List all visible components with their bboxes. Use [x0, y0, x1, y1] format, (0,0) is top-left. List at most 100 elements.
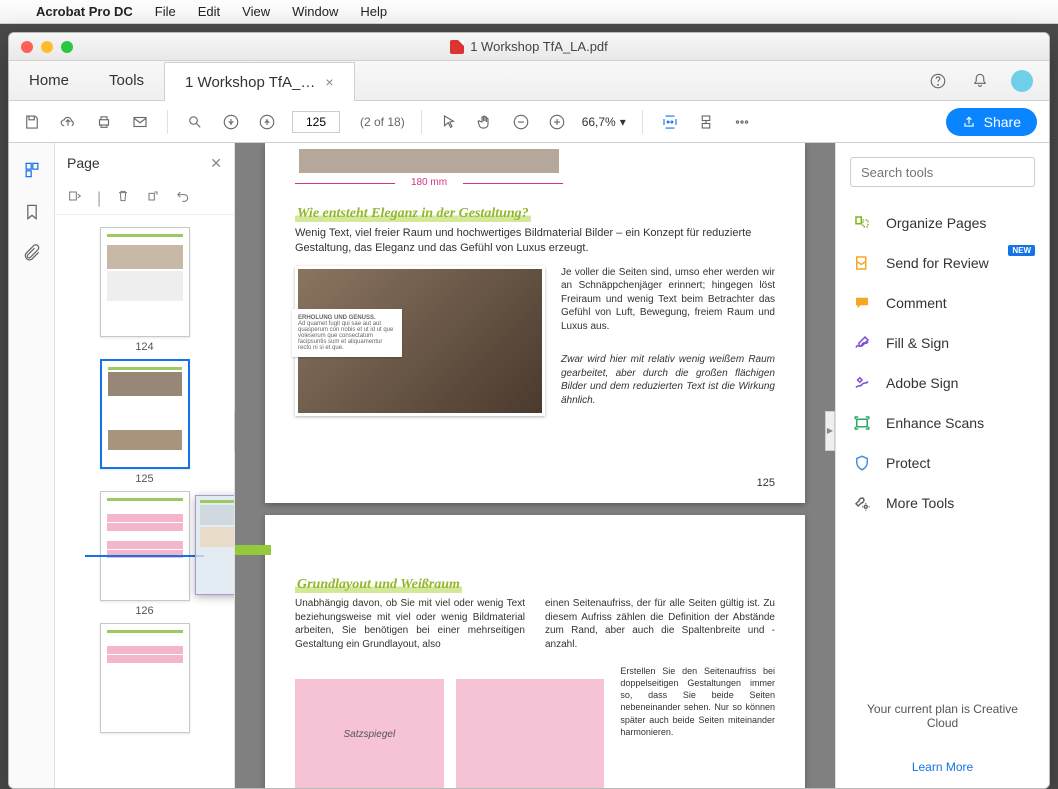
document-view[interactable]: 180 mm Wie entsteht Eleganz in der Gesta… — [235, 143, 835, 788]
thumb-127[interactable] — [100, 623, 190, 733]
tool-label: Protect — [886, 455, 930, 471]
search-tools-input[interactable] — [850, 157, 1035, 187]
zoom-out-icon[interactable] — [510, 111, 532, 133]
panel-title: Page — [67, 155, 100, 171]
pdf-page-126: Grundlayout und Weißraum Unabhängig davo… — [265, 515, 805, 788]
app-name[interactable]: Acrobat Pro DC — [36, 4, 133, 19]
share-button[interactable]: Share — [946, 108, 1037, 136]
tool-protect[interactable]: Protect — [850, 443, 1035, 483]
page-count-label: (2 of 18) — [360, 115, 405, 129]
trash-icon[interactable] — [115, 188, 131, 209]
window-title: 1 Workshop TfA_LA.pdf — [9, 39, 1049, 54]
tool-icon — [852, 493, 872, 513]
page-number: 125 — [757, 477, 775, 489]
heading-1: Wie entsteht Eleganz in der Gestaltung? — [295, 206, 531, 222]
tool-organize-pages[interactable]: Organize Pages — [850, 203, 1035, 243]
thumbnails-list[interactable]: 124 125 126 — [55, 215, 234, 788]
more-icon[interactable] — [731, 111, 753, 133]
bell-icon[interactable] — [969, 70, 991, 92]
os-menubar: Acrobat Pro DC File Edit View Window Hel… — [0, 0, 1058, 24]
help-icon[interactable] — [927, 70, 949, 92]
mail-icon[interactable] — [129, 111, 151, 133]
close-panel-icon[interactable]: ✕ — [210, 155, 222, 172]
tool-icon — [852, 413, 872, 433]
pdf-page-125: 180 mm Wie entsteht Eleganz in der Gesta… — [265, 143, 805, 503]
tool-send-for-review[interactable]: Send for Review NEW — [850, 243, 1035, 283]
print-icon[interactable] — [93, 111, 115, 133]
pink-box-1: Satzspiegel — [295, 679, 444, 788]
thumb-label: 126 — [100, 605, 190, 617]
menu-help[interactable]: Help — [360, 4, 387, 19]
side-text-1: Je voller die Seiten sind, umso eher wer… — [561, 267, 775, 332]
learn-more-link[interactable]: Learn More — [850, 760, 1035, 774]
tool-fill-sign[interactable]: Fill & Sign — [850, 323, 1035, 363]
tool-icon — [852, 293, 872, 313]
chapter-tab — [235, 545, 271, 555]
dimension-arrow: 180 mm — [295, 177, 563, 188]
menu-file[interactable]: File — [155, 4, 176, 19]
titlebar: 1 Workshop TfA_LA.pdf — [9, 33, 1049, 61]
tools-panel: Organize Pages Send for Review NEW Comment F… — [835, 143, 1049, 788]
thumb-options-icon[interactable] — [67, 188, 83, 209]
body-col-right: einen Seitenaufriss, der für alle Seiten… — [545, 597, 775, 651]
tab-document[interactable]: 1 Workshop TfA_… × — [164, 62, 355, 101]
tool-label: Comment — [886, 295, 947, 311]
menu-window[interactable]: Window — [292, 4, 338, 19]
selection-tool-icon[interactable] — [438, 111, 460, 133]
user-avatar[interactable] — [1011, 70, 1033, 92]
share-icon — [962, 115, 976, 129]
zoom-select[interactable]: 66,7% ▾ — [582, 115, 626, 129]
chevron-down-icon: ▾ — [620, 115, 626, 129]
find-icon[interactable] — [184, 111, 206, 133]
bookmark-icon[interactable] — [21, 201, 43, 223]
next-page-icon[interactable] — [256, 111, 278, 133]
hand-tool-icon[interactable] — [474, 111, 496, 133]
undo-icon[interactable] — [175, 188, 191, 209]
zoom-value: 66,7% — [582, 115, 616, 129]
rotate-icon[interactable] — [145, 188, 161, 209]
image-caption-box: ERHOLUNG UND GENUSS. Ad quamet fugit qui… — [292, 309, 402, 357]
tool-enhance-scans[interactable]: Enhance Scans — [850, 403, 1035, 443]
tool-label: Send for Review — [886, 255, 989, 271]
tool-label: Fill & Sign — [886, 335, 949, 351]
thumb-125[interactable]: 125 — [100, 359, 190, 485]
pink-box-2 — [456, 679, 605, 788]
tool-adobe-sign[interactable]: Adobe Sign — [850, 363, 1035, 403]
drag-ghost-page — [195, 495, 234, 595]
scroll-mode-icon[interactable] — [695, 111, 717, 133]
app-window: 1 Workshop TfA_LA.pdf Home Tools 1 Works… — [8, 32, 1050, 789]
zoom-in-icon[interactable] — [546, 111, 568, 133]
thumb-124[interactable]: 124 — [100, 227, 190, 353]
thumbnails-icon[interactable] — [21, 159, 43, 181]
tool-more-tools[interactable]: More Tools — [850, 483, 1035, 523]
attachment-icon[interactable] — [21, 243, 43, 265]
app-tabs: Home Tools 1 Workshop TfA_… × — [9, 61, 1049, 101]
thumb-126[interactable]: 126 — [100, 491, 190, 617]
plan-text: Your current plan is Creative Cloud — [850, 702, 1035, 730]
thumb-label: 125 — [100, 473, 190, 485]
tab-home[interactable]: Home — [9, 61, 89, 100]
tool-icon — [852, 453, 872, 473]
thumb-toolbar: | — [55, 183, 234, 215]
tab-document-label: 1 Workshop TfA_… — [185, 74, 315, 91]
paragraph-intro: Wenig Text, viel freier Raum und hochwer… — [295, 226, 775, 256]
divider: | — [97, 190, 101, 208]
tool-icon — [852, 213, 872, 233]
new-badge: NEW — [1008, 245, 1035, 256]
tool-icon — [852, 333, 872, 353]
menu-edit[interactable]: Edit — [198, 4, 220, 19]
prev-page-icon[interactable] — [220, 111, 242, 133]
save-icon[interactable] — [21, 111, 43, 133]
heading-2: Grundlayout und Weißraum — [295, 577, 462, 593]
close-tab-icon[interactable]: × — [325, 74, 333, 90]
fit-width-icon[interactable] — [659, 111, 681, 133]
share-label: Share — [984, 114, 1021, 130]
collapse-right-panel[interactable]: ▶ — [825, 411, 835, 451]
tab-tools[interactable]: Tools — [89, 61, 164, 100]
menu-view[interactable]: View — [242, 4, 270, 19]
page-number-input[interactable] — [292, 111, 340, 133]
sample-box — [299, 149, 559, 173]
tool-comment[interactable]: Comment — [850, 283, 1035, 323]
tool-label: Organize Pages — [886, 215, 986, 231]
cloud-upload-icon[interactable] — [57, 111, 79, 133]
